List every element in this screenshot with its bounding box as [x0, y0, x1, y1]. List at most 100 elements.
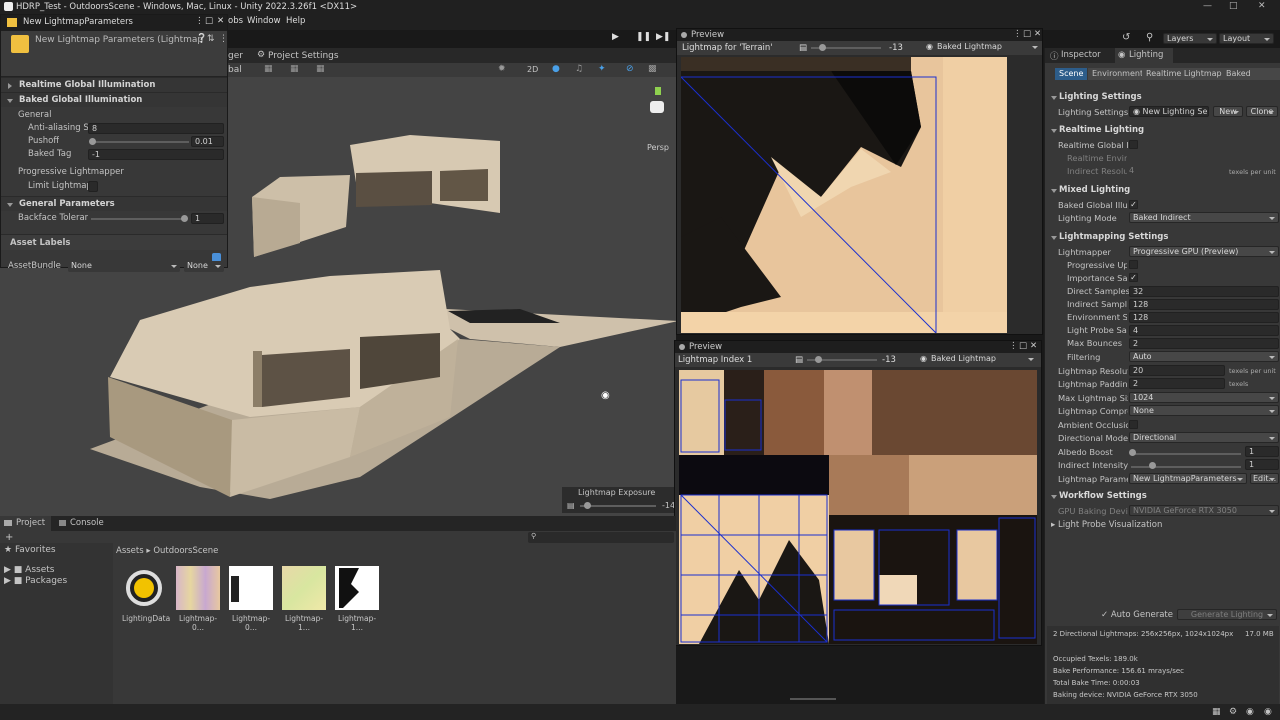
direct-samples-field[interactable]: 32 [1129, 286, 1279, 297]
preview2-menu-icon[interactable]: ⋮ [1009, 341, 1018, 351]
anti-aliasing-field[interactable]: 8 [88, 123, 224, 134]
pushoff-slider[interactable] [91, 141, 189, 143]
menu-item-jobs[interactable]: obs [228, 16, 243, 26]
albedo-boost-field[interactable]: 1 [1245, 446, 1279, 457]
preset-icon[interactable]: ⇅ [207, 34, 215, 44]
tab-lighting[interactable]: ◉ Lighting [1115, 48, 1174, 63]
auto-generate-checkbox[interactable]: ✓ [1101, 610, 1111, 620]
section-baked-gi[interactable]: Baked Global Illumination [1, 92, 227, 107]
preview2-mode-dropdown[interactable]: ◉ Baked Lightmap [917, 354, 1037, 365]
edit-lightmap-parameters-button[interactable]: Edit... [1250, 473, 1279, 484]
lightmapper-dropdown[interactable]: Progressive GPU (Preview) [1129, 246, 1279, 257]
grid-icon[interactable]: ▦ [264, 64, 273, 74]
global-dropdown[interactable]: bal [228, 65, 242, 75]
close-icon[interactable]: ✕ [1258, 1, 1266, 11]
filtering-dropdown[interactable]: Auto [1129, 351, 1279, 362]
preview2-close-icon[interactable]: ✕ [1030, 341, 1037, 351]
pushoff-field[interactable]: 0.01 [191, 136, 224, 147]
section-realtime-lighting[interactable]: Realtime Lighting [1049, 125, 1279, 138]
indirect-intensity-slider[interactable] [1131, 466, 1241, 468]
indirect-samples-field[interactable]: 128 [1129, 299, 1279, 310]
step-button[interactable]: ▶❚ [656, 32, 670, 42]
indirect-intensity-knob[interactable] [1149, 462, 1156, 469]
breadcrumb-assets[interactable]: Assets [116, 546, 144, 556]
lighting-settings-asset-field[interactable]: ◉ New Lighting Se [1129, 106, 1209, 117]
layers-dropdown[interactable]: Layers [1163, 33, 1217, 44]
exposure-slider[interactable] [580, 505, 656, 507]
importance-sampling-checkbox[interactable]: ✓ [1129, 273, 1138, 282]
snap-icon[interactable]: ▦ [290, 64, 299, 74]
progressive-updates-checkbox[interactable] [1129, 260, 1138, 269]
scene-gizmo[interactable] [644, 87, 670, 127]
albedo-boost-slider[interactable] [1131, 453, 1241, 455]
subtab-baked-lightmaps[interactable]: Baked Lightma [1222, 68, 1280, 80]
project-search-field[interactable]: ⚲ [528, 532, 674, 543]
layout-dropdown[interactable]: Layout [1219, 33, 1274, 44]
baked-gi-checkbox[interactable]: ✓ [1129, 200, 1138, 209]
preview1-exposure-knob[interactable] [819, 44, 826, 51]
lightmap-compression-dropdown[interactable]: None [1129, 405, 1279, 416]
mode-2d-button[interactable]: 2D [527, 65, 538, 74]
tab-console[interactable]: Console [54, 516, 110, 531]
create-add-icon[interactable]: + [5, 532, 13, 543]
section-general-parameters[interactable]: General Parameters [1, 196, 227, 211]
increment-icon[interactable]: ▦ [316, 64, 325, 74]
light-probe-samples-field[interactable]: 4 [1129, 325, 1279, 336]
section-mixed-lighting[interactable]: Mixed Lighting [1049, 185, 1279, 198]
asset-lightmap-1-a[interactable]: Lightmap-1... [282, 566, 326, 632]
max-lightmap-size-dropdown[interactable]: 1024 [1129, 392, 1279, 403]
sidebar-assets[interactable]: ▶ ■ Assets [4, 565, 54, 575]
minimize-icon[interactable]: — [1203, 1, 1212, 11]
preview2-exposure-knob[interactable] [815, 356, 822, 363]
subtab-scene[interactable]: Scene [1055, 68, 1088, 80]
tab-project[interactable]: Project [0, 516, 52, 531]
audio-toggle-icon[interactable]: ♫ [575, 64, 583, 74]
persp-label[interactable]: Persp [647, 143, 669, 152]
clone-lighting-settings-button[interactable]: Clone [1246, 106, 1278, 117]
assetbundle-dropdown[interactable]: None [68, 261, 180, 272]
params-close-icon[interactable]: ✕ [217, 16, 224, 26]
preview2-exposure-value[interactable]: -13 [882, 355, 896, 365]
preview1-menu-icon[interactable]: ⋮ [1013, 29, 1022, 39]
section-lighting-settings[interactable]: Lighting Settings [1049, 92, 1279, 105]
hidden-toggle-icon[interactable]: ⊘ [626, 64, 634, 74]
ambient-occlusion-checkbox[interactable] [1129, 420, 1138, 429]
lightmap-padding-field[interactable]: 2 [1129, 378, 1225, 389]
realtime-gi-checkbox[interactable] [1129, 140, 1138, 149]
project-zoom-slider[interactable] [790, 698, 836, 700]
params-menu-icon[interactable]: ⋮ [195, 16, 204, 26]
camera-icon[interactable]: ▩ [648, 64, 657, 74]
backface-slider-knob[interactable] [181, 215, 188, 222]
generate-lighting-button[interactable]: Generate Lighting [1177, 609, 1277, 620]
lighting-toggle-icon[interactable]: ● [552, 64, 560, 74]
history-icon[interactable]: ↺ [1122, 32, 1130, 43]
tab-manager[interactable]: ger [228, 51, 243, 61]
asset-lightingdata[interactable]: LightingData [122, 566, 170, 623]
preview1-close-icon[interactable]: ✕ [1034, 29, 1041, 39]
directional-mode-dropdown[interactable]: Directional [1129, 432, 1279, 443]
auto-generate-toggle[interactable]: ✓ Auto Generate [1101, 610, 1173, 620]
preview2-maximize-icon[interactable]: □ [1019, 341, 1027, 351]
menu-item-window[interactable]: Window [247, 16, 281, 26]
albedo-boost-knob[interactable] [1129, 449, 1136, 456]
backface-slider[interactable] [91, 218, 187, 220]
search-icon[interactable]: ⚲ [1146, 32, 1153, 43]
params-maximize-icon[interactable]: □ [205, 16, 213, 26]
new-lighting-settings-button[interactable]: New [1213, 106, 1243, 117]
effects-icon[interactable]: ✦ [598, 64, 606, 74]
pause-button[interactable]: ❚❚ [636, 32, 651, 42]
preview1-maximize-icon[interactable]: □ [1023, 29, 1031, 39]
limit-lightmap-checkbox[interactable] [88, 181, 98, 192]
sidebar-favorites[interactable]: ★ Favorites [4, 545, 56, 555]
help-icon[interactable]: ❔ [196, 34, 207, 44]
draw-mode-icon[interactable]: ✹ [498, 64, 506, 74]
indirect-intensity-field[interactable]: 1 [1245, 459, 1279, 470]
exposure-slider-knob[interactable] [584, 502, 591, 509]
pushoff-slider-knob[interactable] [89, 138, 96, 145]
tab-inspector[interactable]: ⓘ Inspector [1047, 48, 1101, 63]
light-probe-visualization-foldout[interactable]: ▸ Light Probe Visualization [1051, 520, 1162, 530]
backface-field[interactable]: 1 [191, 213, 224, 224]
max-bounces-field[interactable]: 2 [1129, 338, 1279, 349]
preview1-exposure-value[interactable]: -13 [889, 43, 903, 53]
assetbundle-variant-dropdown[interactable]: None [184, 261, 224, 272]
